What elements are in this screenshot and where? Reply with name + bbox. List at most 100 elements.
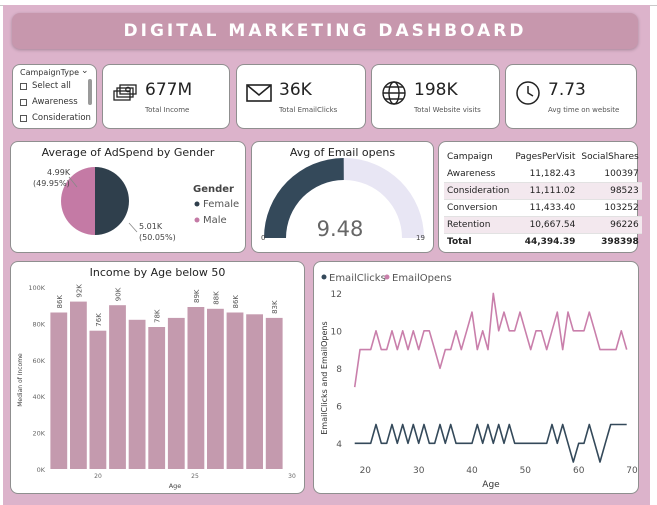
pie-label-female-pct: (49.95%) — [33, 179, 70, 188]
gauge-svg: 9.48 0 19 — [261, 158, 425, 242]
y-tick-label: 80K — [32, 320, 45, 328]
bar-age-28[interactable] — [246, 314, 263, 469]
bar-data-label: 86K — [56, 295, 64, 309]
pie-label-female-value: 4.99K — [47, 168, 71, 177]
x-tick-label: 20 — [360, 466, 372, 476]
kpi-value: 198K — [414, 80, 458, 100]
y-axis-title: EmailClicks and EmailOpens — [320, 321, 329, 434]
legend-email-opens-marker — [384, 274, 390, 280]
kpi-label: Total Website visits — [414, 106, 481, 114]
legend-email-clicks-marker — [321, 274, 327, 280]
legend-male-label: Male — [203, 215, 227, 226]
bar-age-26[interactable] — [207, 308, 224, 469]
kpi-label: Total EmailClicks — [279, 106, 338, 114]
table-cell: 11,433.40 — [512, 199, 579, 217]
envelope-icon — [246, 84, 272, 102]
legend-email-clicks-label: EmailClicks — [329, 273, 386, 284]
legend-female-label: Female — [203, 199, 239, 210]
x-tick-label: 25 — [191, 473, 199, 480]
kpi-value: 677M — [145, 80, 193, 100]
kpi-label: Total Income — [145, 106, 190, 114]
table-row: Retention 10,667.54 96226 — [444, 216, 642, 234]
slicer-title: CampaignType — [20, 68, 80, 77]
x-tick-label: 30 — [413, 466, 425, 476]
pie-slice-female[interactable] — [61, 167, 95, 235]
column-header[interactable]: PagesPerVisit — [512, 148, 578, 166]
table-cell: 398398 — [578, 233, 642, 250]
table-cell: Consideration — [444, 182, 513, 200]
y-tick-label: 20K — [32, 430, 45, 438]
bar-data-label: 76K — [95, 313, 103, 327]
bar-age-25[interactable] — [187, 307, 205, 469]
checkbox[interactable] — [20, 114, 27, 122]
bar-data-label: 83K — [271, 300, 279, 314]
kpi-value: 7.73 — [548, 80, 586, 100]
table-cell: Retention — [444, 216, 513, 234]
legend-email-opens-label: EmailOpens — [392, 273, 452, 284]
leader-line-male — [128, 222, 138, 233]
y-tick-label: 10 — [331, 327, 343, 337]
y-tick-label: 40K — [32, 393, 45, 401]
table-cell: 10,667.54 — [512, 216, 579, 234]
bar-age-24[interactable] — [167, 317, 185, 469]
bar-data-label: 89K — [193, 289, 201, 303]
globe-icon — [382, 81, 406, 105]
bar-age-23[interactable] — [148, 327, 166, 469]
table-header-row: Campaign PagesPerVisit SocialShares — [444, 148, 642, 166]
checkbox[interactable] — [20, 82, 27, 90]
column-header[interactable]: SocialShares — [578, 148, 641, 166]
pie-label-male-value: 5.01K — [139, 222, 163, 231]
bar-data-label: 78K — [154, 309, 162, 323]
bar-age-20[interactable] — [89, 330, 107, 469]
chevron-down-icon[interactable]: ⌄ — [81, 66, 89, 76]
legend-title: Gender — [193, 184, 234, 195]
table-total-row: Total 44,394.39 398398 — [444, 233, 642, 250]
money-stack-icon — [113, 84, 137, 101]
kpi-label: Avg time on website — [548, 106, 620, 114]
slicer-item-select-all[interactable]: Select all — [20, 81, 71, 91]
table-cell: 100397 — [578, 166, 642, 183]
checkbox[interactable] — [20, 98, 27, 106]
slicer-scrollbar[interactable] — [88, 79, 92, 105]
pie-slice-male[interactable] — [95, 167, 129, 235]
bar-age-29[interactable] — [265, 317, 283, 469]
bar-age-22[interactable] — [128, 319, 146, 469]
kpi-total-income: 677M Total Income — [102, 64, 230, 129]
slicer-item-awareness[interactable]: Awareness — [20, 97, 78, 107]
bar-age-19[interactable] — [70, 301, 87, 469]
y-axis-title: Median of Income — [17, 353, 24, 407]
gauge-value: 9.48 — [317, 217, 364, 241]
line-series-emailclicks[interactable] — [354, 423, 627, 463]
bar-data-label: 88K — [213, 291, 221, 305]
y-tick-label: 8 — [336, 365, 342, 375]
table-row: Consideration 11,111.02 98523 — [444, 182, 642, 200]
bar-age-21[interactable] — [109, 305, 126, 469]
slicer-item-consideration[interactable]: Consideration — [20, 113, 91, 123]
y-tick-label: 0K — [37, 466, 46, 474]
column-header[interactable]: Campaign — [444, 148, 512, 166]
table-row: Conversion 11,433.40 103252 — [444, 199, 642, 217]
email-clicks-opens-chart: EmailClicks EmailOpens 4 6 8 10 12 20 30 40 50 60… — [313, 261, 639, 494]
bar-age-27[interactable] — [226, 312, 244, 470]
table-cell: 11,111.02 — [512, 182, 579, 200]
x-tick-label: 50 — [520, 466, 532, 476]
y-tick-label: 6 — [336, 402, 342, 412]
x-axis-title: Age — [169, 482, 182, 490]
line-series-emailopens[interactable] — [353, 292, 628, 388]
table-row: Awareness 11,182.43 100397 — [444, 166, 642, 183]
kpi-total-email-clicks: 36K Total EmailClicks — [236, 64, 366, 129]
table-cell: 96226 — [578, 216, 642, 234]
legend-female-marker — [194, 201, 200, 207]
legend-male-marker — [194, 217, 200, 223]
gauge-min: 0 — [261, 234, 265, 242]
dashboard-title: DIGITAL MARKETING DASHBOARD — [123, 21, 527, 41]
kpi-avg-time-on-website: 7.73 Avg time on website — [505, 64, 637, 129]
bar-data-label: 90K — [115, 287, 123, 301]
table-cell: 103252 — [578, 199, 642, 217]
table-cell: 44,394.39 — [512, 233, 579, 250]
campaign-type-slicer[interactable]: CampaignType ⌄ Select all Awareness Cons… — [12, 64, 97, 129]
bar-age-18[interactable] — [50, 312, 68, 470]
dashboard-title-bar: DIGITAL MARKETING DASHBOARD — [12, 13, 638, 49]
adspend-by-gender-chart: Average of AdSpend by Gender 4.99K (49.9… — [10, 141, 246, 253]
y-tick-label: 60K — [32, 357, 45, 365]
